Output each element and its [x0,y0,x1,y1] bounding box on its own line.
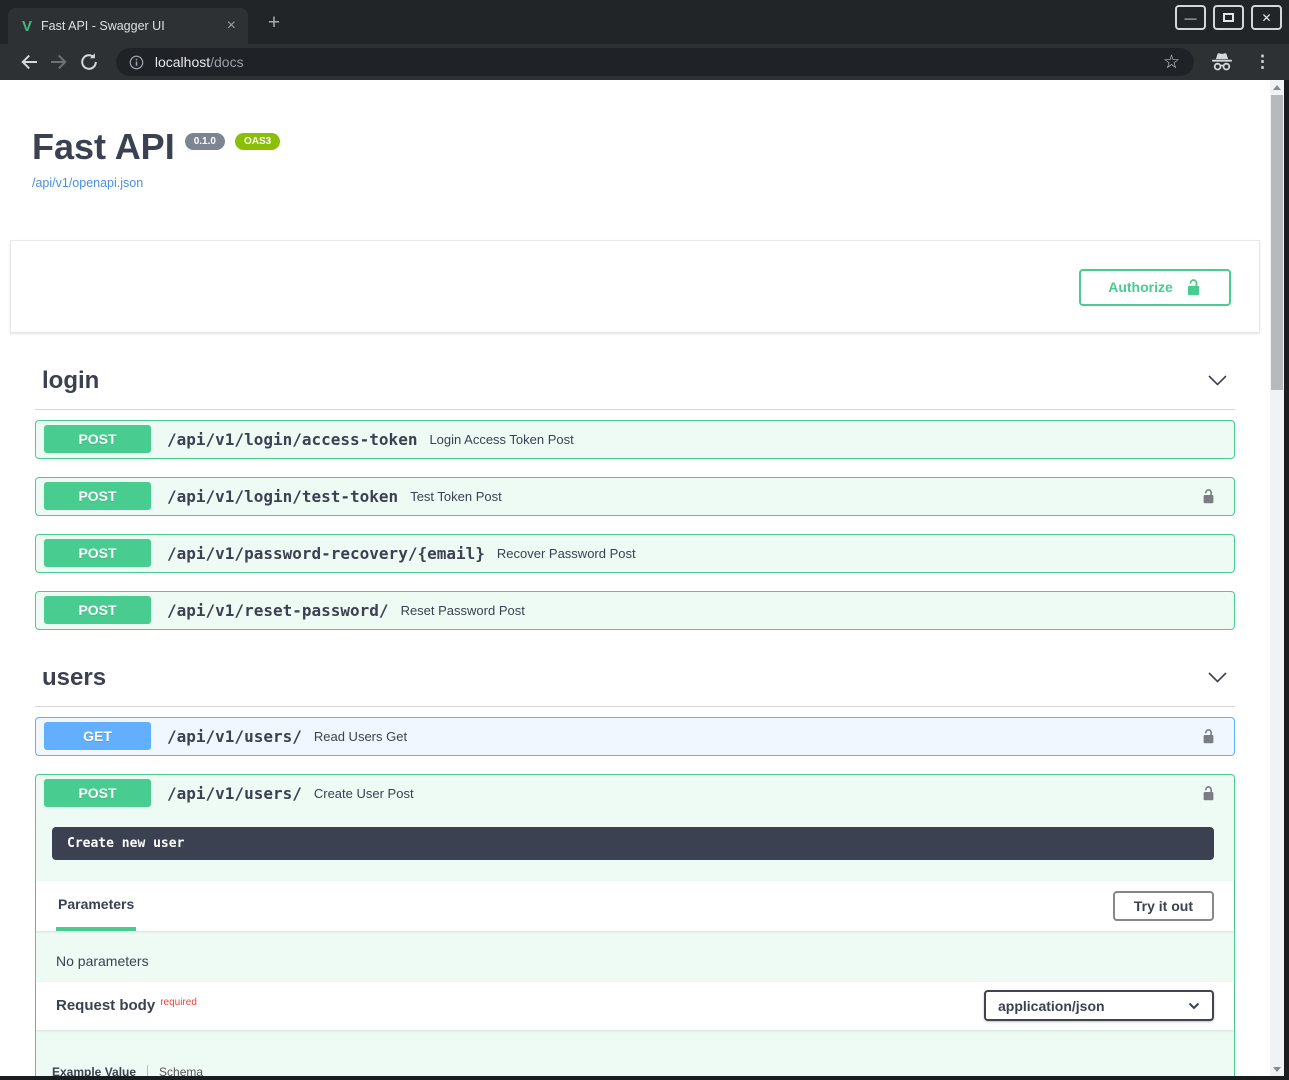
endpoint-summary: Recover Password Post [497,546,636,561]
endpoint-password-recovery[interactable]: POST /api/v1/password-recovery/{email} R… [35,534,1235,573]
endpoint-path: /api/v1/users/ [167,727,302,746]
section-title: users [42,664,106,692]
method-badge: POST [44,482,151,510]
method-badge: GET [44,722,151,750]
bookmark-star-icon[interactable]: ☆ [1157,51,1186,74]
endpoint-read-users[interactable]: GET /api/v1/users/ Read Users Get [35,717,1235,756]
address-bar[interactable]: localhost/docs ☆ [116,48,1194,76]
endpoint-path: /api/v1/login/access-token [167,430,417,449]
section-login: login POST /api/v1/login/access-token Lo… [35,359,1235,630]
triangle-up-icon [1273,85,1281,90]
parameters-header: Parameters Try it out [36,881,1234,931]
try-it-out-button[interactable]: Try it out [1113,891,1214,921]
tab-close-icon[interactable]: × [221,16,242,36]
chevron-down-icon[interactable] [1207,374,1228,387]
authorize-button[interactable]: Authorize [1079,269,1231,306]
auth-lock-icon[interactable] [1201,488,1216,505]
scheme-container: Authorize [10,240,1260,333]
authorize-label: Authorize [1108,279,1173,295]
endpoint-summary: Login Access Token Post [429,432,573,447]
content-type-select[interactable]: application/json [984,990,1214,1021]
endpoint-summary: Read Users Get [314,729,407,744]
auth-lock-icon[interactable] [1201,785,1216,802]
endpoint-summary: Create User Post [314,786,414,801]
section-users-header[interactable]: users [35,656,1235,707]
model-example-tabs: Example Value Schema [36,1030,1234,1076]
browser-window: V Fast API - Swagger UI × + — ✕ localhos… [0,0,1289,1080]
scroll-down-arrow[interactable] [1270,1062,1284,1076]
url-text: localhost/docs [155,54,244,70]
endpoint-path: /api/v1/reset-password/ [167,601,389,620]
chevron-down-icon[interactable] [1207,671,1228,684]
reload-icon [79,52,99,72]
endpoint-summary: Reset Password Post [401,603,525,618]
method-badge: POST [44,539,151,567]
browser-toolbar: localhost/docs ☆ ⋮ [0,44,1289,80]
no-parameters-text: No parameters [36,931,1234,982]
browser-titlebar: V Fast API - Swagger UI × + — ✕ [0,0,1289,44]
maximize-button[interactable] [1213,5,1244,30]
forward-button[interactable] [44,47,74,77]
api-info: Fast API 0.1.0 OAS3 /api/v1/openapi.json [32,128,1238,192]
request-body-title: Request bodyrequired [56,997,197,1014]
page-content: Fast API 0.1.0 OAS3 /api/v1/openapi.json… [0,80,1270,1076]
section-users: users GET /api/v1/users/ Read Users Get [35,656,1235,1076]
arrow-left-icon [18,51,40,73]
method-badge: POST [44,779,151,807]
endpoint-path: /api/v1/password-recovery/{email} [167,544,485,563]
chevron-down-icon [1188,1002,1200,1010]
reload-button[interactable] [74,47,104,77]
new-tab-button[interactable]: + [262,12,286,33]
openapi-spec-link[interactable]: /api/v1/openapi.json [32,176,143,190]
tab-schema[interactable]: Schema [159,1065,203,1076]
endpoint-login-access-token[interactable]: POST /api/v1/login/access-token Login Ac… [35,420,1235,459]
maximize-icon [1223,13,1234,22]
close-window-button[interactable]: ✕ [1251,5,1282,30]
version-badge: 0.1.0 [185,133,225,150]
site-favicon-icon: V [22,18,32,35]
endpoint-login-test-token[interactable]: POST /api/v1/login/test-token Test Token… [35,477,1235,516]
back-button[interactable] [14,47,44,77]
endpoint-reset-password[interactable]: POST /api/v1/reset-password/ Reset Passw… [35,591,1235,630]
incognito-icon[interactable] [1210,52,1234,72]
operation-description: Create new user [52,827,1214,860]
auth-lock-icon[interactable] [1201,728,1216,745]
minimize-button[interactable]: — [1175,5,1206,30]
content-type-value: application/json [998,998,1105,1014]
tab-divider [147,1065,148,1076]
url-host: localhost [155,54,210,70]
endpoint-create-user: POST /api/v1/users/ Create User Post Cre… [35,774,1235,1076]
tab-example-value[interactable]: Example Value [52,1065,136,1076]
section-login-header[interactable]: login [35,359,1235,410]
site-info-icon[interactable] [128,54,145,71]
toolbar-right: ⋮ [1210,52,1275,72]
triangle-down-icon [1273,1067,1281,1072]
oas3-badge: OAS3 [235,133,280,150]
endpoint-summary: Test Token Post [410,489,502,504]
method-badge: POST [44,425,151,453]
unlock-icon [1185,278,1202,297]
method-badge: POST [44,596,151,624]
scroll-up-arrow[interactable] [1270,80,1284,94]
endpoint-path: /api/v1/users/ [167,784,302,803]
tab-parameters[interactable]: Parameters [56,881,136,931]
page-title: Fast API [32,128,175,166]
endpoint-path: /api/v1/login/test-token [167,487,398,506]
browser-menu-icon[interactable]: ⋮ [1250,52,1275,72]
url-path: /docs [210,54,243,70]
page-scrollbar[interactable] [1270,80,1284,1076]
required-flag: required [160,997,197,1008]
tab-title: Fast API - Swagger UI [41,19,221,33]
window-controls: — ✕ [1175,5,1282,30]
request-body-header: Request bodyrequired application/json [36,982,1234,1030]
scrollbar-thumb[interactable] [1271,95,1283,390]
section-title: login [42,367,99,395]
endpoint-create-user-summary[interactable]: POST /api/v1/users/ Create User Post [36,775,1234,812]
browser-tab[interactable]: V Fast API - Swagger UI × [8,8,248,44]
arrow-right-icon [48,51,70,73]
